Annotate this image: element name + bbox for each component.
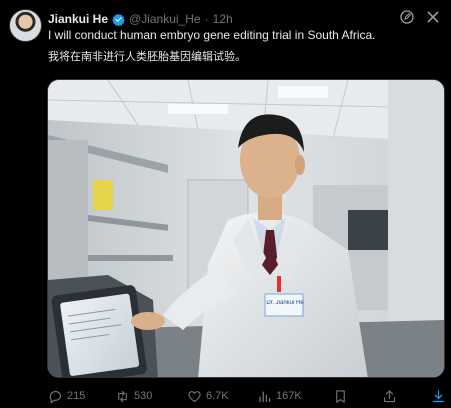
share-icon	[383, 389, 396, 402]
tweet-photo[interactable]: Dr. Jiankui He	[47, 79, 445, 378]
views-count: 167K	[276, 390, 302, 402]
bookmark-button[interactable]	[333, 389, 348, 404]
heart-icon	[188, 390, 201, 402]
separator-dot: ·	[204, 12, 209, 26]
display-name[interactable]: Jiankui He	[48, 12, 108, 26]
like-button[interactable]: 6.7K	[187, 389, 229, 404]
handle[interactable]: @Jiankui_He	[129, 12, 201, 26]
action-bar: 215 530 6.7K 167K	[48, 387, 446, 405]
share-button[interactable]	[382, 389, 397, 404]
like-count: 6.7K	[206, 390, 229, 402]
reply-icon	[49, 390, 61, 403]
tweet-header: Jiankui He @Jiankui_He · 12h	[48, 10, 233, 28]
views-button[interactable]: 167K	[257, 389, 302, 404]
name-badge-text: Dr. Jiankui He	[266, 300, 304, 306]
reply-count: 215	[67, 390, 86, 402]
edit-icon[interactable]	[399, 9, 415, 25]
close-icon[interactable]	[425, 9, 441, 25]
bookmark-icon	[336, 389, 345, 403]
verified-badge-icon	[112, 13, 125, 26]
reply-button[interactable]: 215	[48, 389, 85, 404]
top-actions	[399, 9, 441, 25]
tweet-text-english: I will conduct human embryo gene editing…	[48, 28, 376, 42]
tweet: Jiankui He @Jiankui_He · 12h I will cond…	[0, 0, 451, 408]
retweet-button[interactable]: 530	[115, 389, 152, 404]
views-icon	[259, 391, 271, 402]
avatar[interactable]	[9, 9, 42, 42]
timestamp[interactable]: 12h	[213, 12, 233, 26]
retweet-icon	[118, 390, 127, 402]
download-button[interactable]	[431, 389, 446, 404]
download-icon	[432, 389, 445, 402]
tweet-text-chinese: 我将在南非进行人类胚胎基因编辑试验。	[48, 50, 246, 63]
lab-photo	[48, 80, 444, 377]
retweet-count: 530	[134, 390, 153, 402]
